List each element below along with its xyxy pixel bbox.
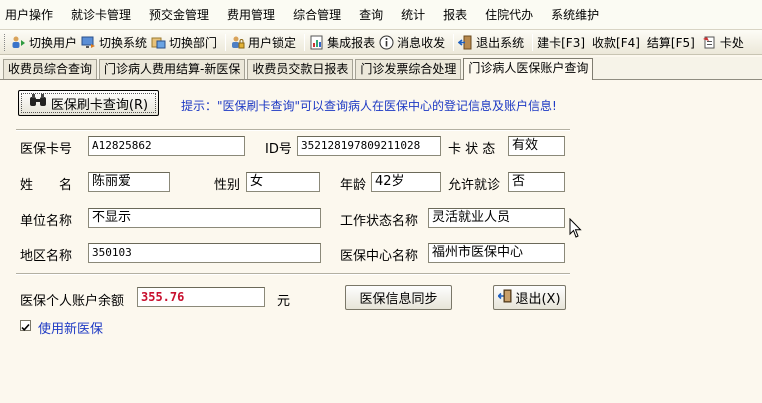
center-label: 医保中心名称 (340, 249, 419, 264)
menu-item[interactable]: 住院代办 (485, 6, 533, 23)
switch-user-icon (11, 35, 26, 50)
tab-item[interactable]: 收费员综合查询 (3, 59, 98, 79)
build-card-button[interactable]: 建卡[F3] (537, 34, 585, 51)
balance-label: 医保个人账户余额 (20, 294, 125, 309)
exit-door-icon (497, 289, 512, 307)
menu-item[interactable]: 统计 (401, 6, 425, 23)
card-status-label: 卡 状 态 (448, 142, 496, 157)
menu-item[interactable]: 查询 (359, 6, 383, 23)
menu-item[interactable]: 报表 (443, 6, 467, 23)
settle-button[interactable]: 结算[F5] (647, 34, 695, 51)
tab-strip: 收费员综合查询 门诊病人费用结算-新医保 收费员交款日报表 门诊发票综合处理 门诊病人医… (0, 57, 762, 80)
insurance-sync-button[interactable]: 医保信息同步 (345, 285, 452, 310)
exit-icon (457, 35, 473, 50)
center-field[interactable]: 福州市医保中心 (428, 243, 565, 263)
tab-item[interactable]: 门诊病人费用结算-新医保 (99, 59, 246, 79)
toolbar-separator (225, 33, 227, 51)
id-label: ID号 (265, 142, 292, 157)
switch-dept-icon (151, 35, 166, 50)
exit-button[interactable]: 退出(X) (493, 285, 566, 310)
menu-item[interactable]: 系统维护 (551, 6, 599, 23)
unit-label: 单位名称 (20, 214, 73, 229)
menu-bar: 用户操作 就诊卡管理 预交金管理 费用管理 综合管理 查询 统计 报表 住院代办 系统维护 (0, 0, 762, 30)
switch-system-button[interactable]: 切换系统 (81, 34, 147, 51)
info-icon (379, 35, 394, 50)
allow-visit-label: 允许就诊 (448, 178, 501, 193)
insurance-card-query-button[interactable]: 医保刷卡查询(R) (18, 90, 159, 116)
binoculars-icon (29, 94, 47, 112)
card-icon (702, 35, 717, 50)
user-lock-icon (230, 35, 245, 50)
charge-button[interactable]: 收款[F4] (592, 34, 640, 51)
toolbar-separator (532, 33, 534, 51)
menu-item[interactable]: 就诊卡管理 (71, 6, 131, 23)
balance-field[interactable]: 355.76 (137, 287, 265, 307)
menu-item[interactable]: 预交金管理 (149, 6, 209, 23)
gender-field[interactable]: 女 (246, 172, 320, 192)
switch-user-button[interactable]: 切换用户 (11, 34, 77, 51)
card-no-label: 医保卡号 (20, 142, 73, 157)
age-field[interactable]: 42岁 (371, 172, 441, 192)
menu-item[interactable]: 综合管理 (293, 6, 341, 23)
tab-item[interactable]: 门诊发票综合处理 (355, 59, 462, 79)
mouse-cursor-icon (569, 218, 582, 238)
id-field[interactable]: 352128197809211028 (297, 136, 441, 156)
age-label: 年龄 (340, 178, 367, 193)
name-label: 姓 名 (20, 178, 73, 193)
name-field[interactable]: 陈丽爱 (88, 172, 170, 192)
divider-top (16, 129, 570, 131)
tab-item[interactable]: 收费员交款日报表 (247, 59, 354, 79)
use-new-insurance-checkbox[interactable] (20, 320, 31, 331)
user-lock-button[interactable]: 用户锁定 (230, 34, 296, 51)
work-status-label: 工作状态名称 (340, 214, 419, 229)
toolbar-grip[interactable] (4, 33, 7, 51)
message-button[interactable]: 消息收发 (379, 34, 445, 51)
switch-system-icon (81, 35, 96, 50)
exit-system-button[interactable]: 退出系统 (457, 34, 524, 51)
divider-bottom (16, 273, 570, 275)
menu-item[interactable]: 用户操作 (5, 6, 53, 23)
menu-item[interactable]: 费用管理 (227, 6, 275, 23)
work-status-field[interactable]: 灵活就业人员 (428, 208, 565, 228)
toolbar-separator (453, 33, 455, 51)
switch-dept-button[interactable]: 切换部门 (151, 34, 217, 51)
checkmark-icon (21, 323, 30, 331)
report-icon (309, 35, 324, 50)
card-proc-button[interactable]: 卡处 (702, 34, 744, 51)
currency-label: 元 (277, 294, 291, 309)
region-label: 地区名称 (20, 249, 73, 264)
card-status-field[interactable]: 有效 (508, 136, 565, 156)
tab-item[interactable]: 门诊病人医保账户查询 (463, 58, 594, 80)
allow-visit-field[interactable]: 否 (508, 172, 565, 192)
card-no-field[interactable]: A12825862 (88, 136, 245, 156)
integrated-report-button[interactable]: 集成报表 (309, 34, 375, 51)
gender-label: 性别 (214, 178, 241, 193)
region-field[interactable]: 350103 (88, 243, 321, 263)
toolbar: 切换用户 切换系统 切换部门 用户锁定 集成报表 消息收发 退出系统 建卡[F3… (0, 30, 762, 55)
use-new-insurance-label[interactable]: 使用新医保 (38, 318, 103, 337)
hint-text: 提示："医保刷卡查询"可以查询病人在医保中心的登记信息及账户信息! (181, 99, 557, 113)
insurance-account-query-panel: 医保刷卡查询(R) 提示："医保刷卡查询"可以查询病人在医保中心的登记信息及账户… (0, 81, 762, 403)
toolbar-separator (304, 33, 306, 51)
unit-field[interactable]: 不显示 (88, 208, 321, 228)
